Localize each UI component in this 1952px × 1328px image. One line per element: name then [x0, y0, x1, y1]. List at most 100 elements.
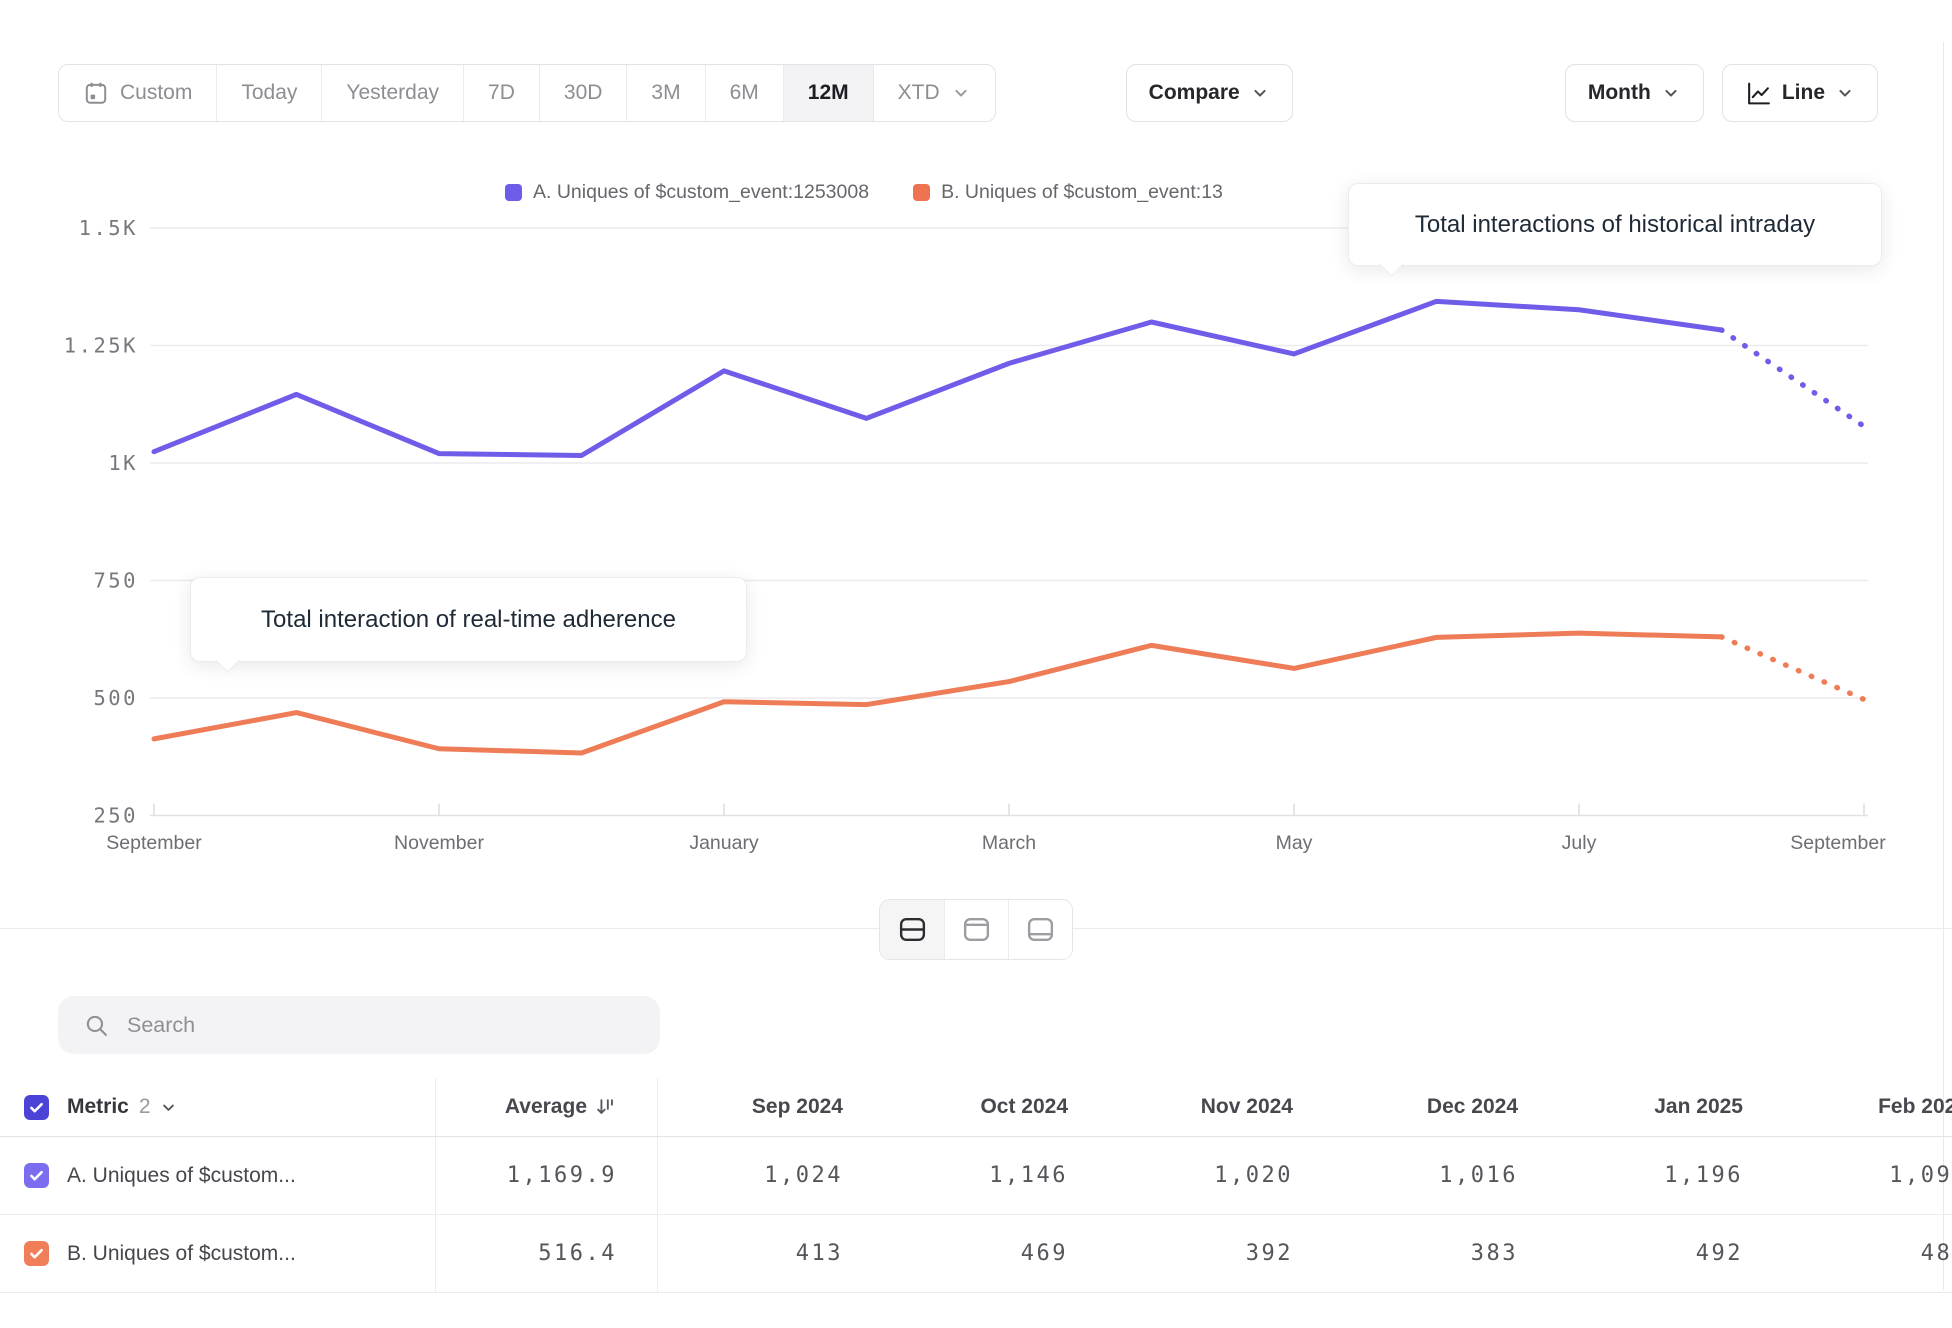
- value-cell: 1,146: [883, 1137, 1108, 1214]
- select-all-checkbox[interactable]: [24, 1095, 49, 1120]
- search-icon: [84, 1013, 109, 1038]
- value-cell: 1,196: [1558, 1137, 1783, 1214]
- sort-descending-icon: [595, 1096, 617, 1118]
- x-axis-label: January: [689, 832, 759, 854]
- layout-split-button[interactable]: [880, 900, 944, 959]
- range-button-3m[interactable]: 3M: [626, 65, 704, 121]
- metric-header-label-group[interactable]: Metric 2: [67, 1095, 178, 1119]
- legend-label-b: B. Uniques of $custom_event:13: [941, 181, 1223, 204]
- granularity-button[interactable]: Month: [1565, 64, 1704, 122]
- column-header-sep-2024[interactable]: Sep 2024: [658, 1078, 883, 1136]
- column-header-dec-2024[interactable]: Dec 2024: [1333, 1078, 1558, 1136]
- range-button-yesterday[interactable]: Yesterday: [321, 65, 463, 121]
- chevron-down-icon: [159, 1098, 178, 1117]
- series-a-forecast-dotted: [1722, 330, 1865, 426]
- metric-cell: A. Uniques of $custom...: [0, 1137, 436, 1214]
- column-header-oct-2024[interactable]: Oct 2024: [883, 1078, 1108, 1136]
- value-cell: 1,016: [1333, 1137, 1558, 1214]
- x-axis-label: March: [982, 832, 1036, 854]
- check-icon: [27, 1166, 46, 1185]
- range-button-xtd[interactable]: XTD: [873, 65, 995, 121]
- x-axis-label: September: [1790, 832, 1886, 854]
- table-header-row: Metric 2 Average Sep 2024Oct 2024Nov 202…: [0, 1078, 1952, 1137]
- value-cell: 383: [1333, 1215, 1558, 1292]
- metric-header-cell: Metric 2: [0, 1078, 436, 1136]
- series-a-line[interactable]: [154, 301, 1722, 455]
- range-label: Custom: [120, 81, 192, 105]
- top-panel-icon: [961, 914, 992, 945]
- chevron-down-icon: [951, 83, 971, 103]
- layout-bottom-button[interactable]: [1008, 900, 1072, 959]
- metric-count: 2: [139, 1095, 151, 1119]
- range-button-12m[interactable]: 12M: [783, 65, 873, 121]
- y-axis-label: 750: [93, 569, 138, 593]
- chevron-down-icon: [1835, 83, 1855, 103]
- value-cell: 492: [1558, 1215, 1783, 1292]
- row-checkbox[interactable]: [24, 1241, 49, 1266]
- search-bar: [58, 996, 660, 1054]
- metric-label: B. Uniques of $custom...: [67, 1242, 296, 1266]
- y-axis-label: 1.25K: [64, 334, 138, 358]
- table-row[interactable]: B. Uniques of $custom... 516.441346939238…: [0, 1215, 1952, 1293]
- line-chart-icon: [1745, 80, 1772, 107]
- column-header-average[interactable]: Average: [436, 1078, 658, 1136]
- series-b-forecast-dotted: [1722, 637, 1865, 700]
- table-body: A. Uniques of $custom... 1,169.91,0241,14…: [0, 1137, 1952, 1293]
- column-header-feb-2025[interactable]: Feb 2025: [1783, 1078, 1952, 1136]
- chevron-down-icon: [1250, 83, 1270, 103]
- bottom-panel-icon: [1025, 914, 1056, 945]
- value-cell: 392: [1108, 1215, 1333, 1292]
- value-cell: 1,024: [658, 1137, 883, 1214]
- metric-header-label: Metric: [67, 1095, 129, 1119]
- legend-item-a[interactable]: A. Uniques of $custom_event:1253008: [505, 181, 869, 204]
- y-axis-label: 500: [93, 686, 138, 710]
- value-cell: 1,020: [1108, 1137, 1333, 1214]
- series-a-swatch: [505, 184, 522, 201]
- chart-legend: A. Uniques of $custom_event:1253008 B. U…: [505, 181, 1223, 204]
- tooltip-series-b: Total interaction of real-time adherence: [190, 577, 747, 662]
- column-header-jan-2025[interactable]: Jan 2025: [1558, 1078, 1783, 1136]
- range-button-custom[interactable]: Custom: [59, 65, 216, 121]
- y-axis-label: 1K: [108, 451, 138, 475]
- chevron-down-icon: [1661, 83, 1681, 103]
- metric-label: A. Uniques of $custom...: [67, 1164, 296, 1188]
- toolbar-spacer: [1293, 64, 1565, 122]
- range-button-7d[interactable]: 7D: [463, 65, 539, 121]
- chart-type-button[interactable]: Line: [1722, 64, 1878, 122]
- legend-label-a: A. Uniques of $custom_event:1253008: [533, 181, 869, 204]
- compare-button[interactable]: Compare: [1126, 64, 1293, 122]
- x-axis-label: September: [106, 832, 202, 854]
- average-value-cell: 1,169.9: [436, 1137, 658, 1214]
- series-b-swatch: [913, 184, 930, 201]
- split-view-icon: [897, 914, 928, 945]
- x-axis-label: May: [1276, 832, 1313, 854]
- y-axis-label: 1.5K: [79, 216, 138, 240]
- x-axis-label: November: [394, 832, 484, 854]
- column-header-nov-2024[interactable]: Nov 2024: [1108, 1078, 1333, 1136]
- layout-toggle-group: [879, 899, 1073, 960]
- date-range-control: Custom Today Yesterday 7D 30D 3M 6M 12M …: [58, 64, 996, 122]
- legend-item-b[interactable]: B. Uniques of $custom_event:13: [913, 181, 1223, 204]
- value-cell: 486: [1783, 1215, 1952, 1292]
- toolbar: Custom Today Yesterday 7D 30D 3M 6M 12M …: [58, 64, 1878, 122]
- table-row[interactable]: A. Uniques of $custom... 1,169.91,0241,14…: [0, 1137, 1952, 1215]
- average-value-cell: 516.4: [436, 1215, 658, 1292]
- range-button-30d[interactable]: 30D: [539, 65, 627, 121]
- metrics-table: Metric 2 Average Sep 2024Oct 2024Nov 202…: [0, 1078, 1952, 1293]
- check-icon: [27, 1244, 46, 1263]
- value-cell: 1,095: [1783, 1137, 1952, 1214]
- calendar-icon: [83, 80, 109, 106]
- range-button-today[interactable]: Today: [216, 65, 321, 121]
- check-icon: [27, 1098, 46, 1117]
- layout-top-button[interactable]: [944, 900, 1008, 959]
- range-button-6m[interactable]: 6M: [705, 65, 783, 121]
- metric-cell: B. Uniques of $custom...: [0, 1215, 436, 1292]
- search-input[interactable]: [125, 1012, 634, 1039]
- row-checkbox[interactable]: [24, 1163, 49, 1188]
- analytics-report-page: Custom Today Yesterday 7D 30D 3M 6M 12M …: [0, 0, 1952, 1328]
- value-cell: 469: [883, 1215, 1108, 1292]
- x-axis-label: July: [1562, 832, 1597, 854]
- y-axis-label: 250: [93, 804, 138, 828]
- value-cell: 413: [658, 1215, 883, 1292]
- tooltip-series-a: Total interactions of historical intrada…: [1348, 183, 1882, 266]
